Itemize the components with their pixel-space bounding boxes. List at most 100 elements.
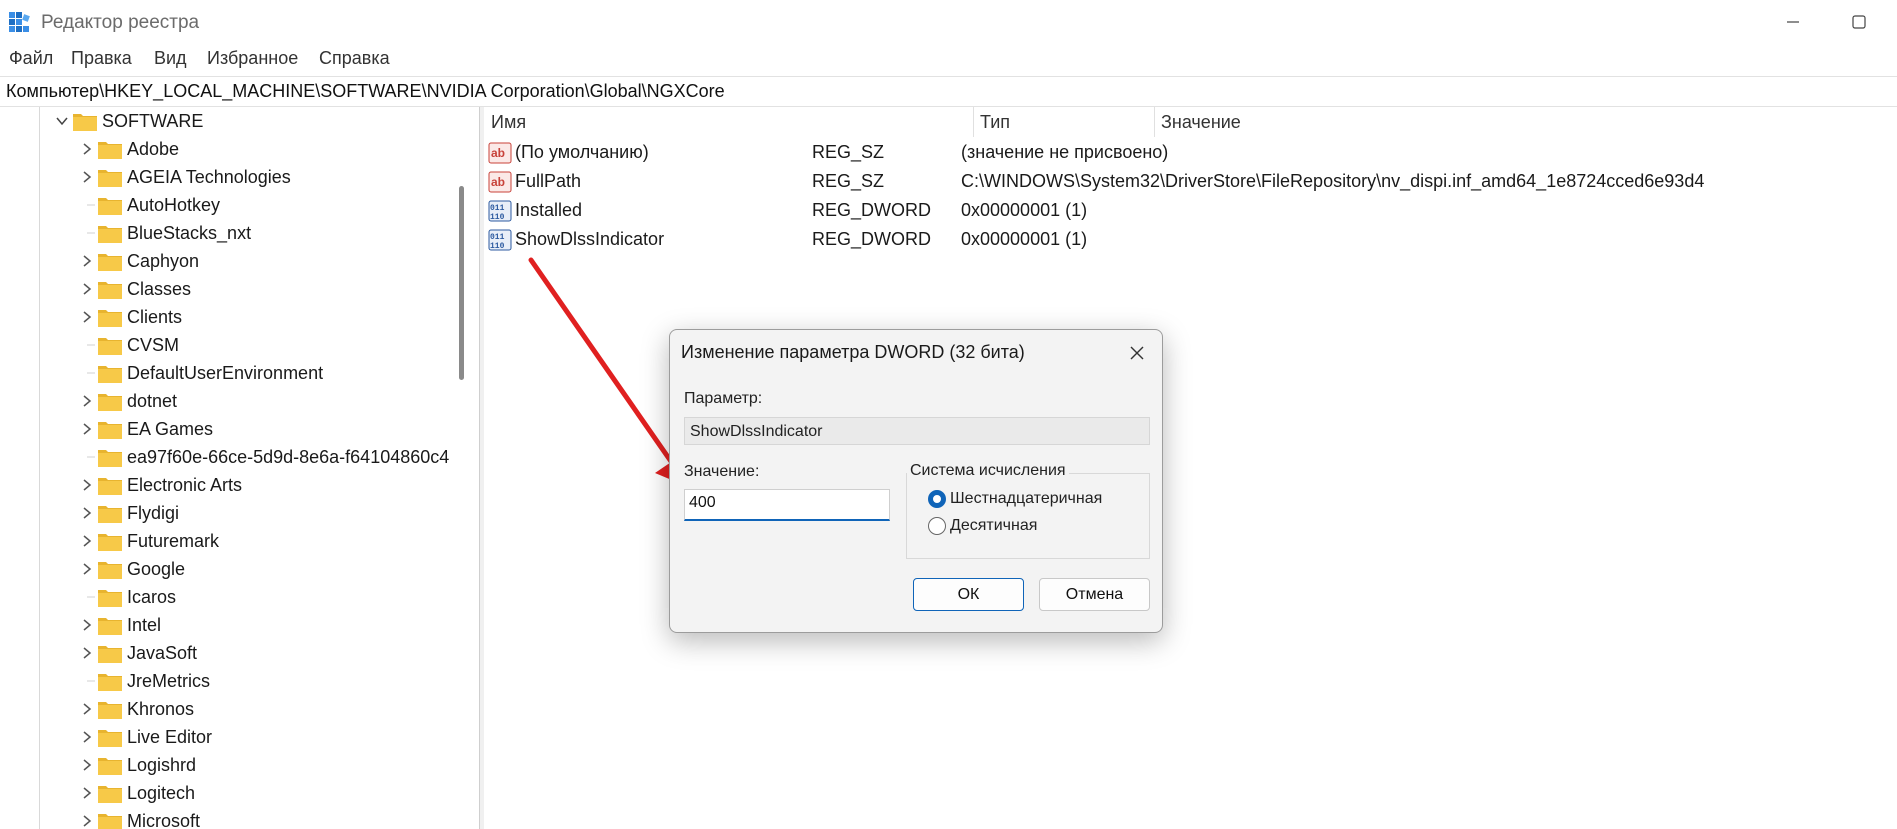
value-row[interactable]: 011 110 ShowDlssIndicator REG_DWORD 0x000000…: [485, 225, 1897, 254]
chevron-right-icon[interactable]: [77, 387, 97, 415]
folder-icon: [98, 618, 122, 635]
menu-favorites[interactable]: Избранное: [207, 48, 298, 69]
column-header-name[interactable]: Имя: [485, 107, 973, 137]
radio-decimal-label: Десятичная: [950, 517, 1038, 534]
tree-connector: [77, 443, 97, 471]
radio-hexadecimal[interactable]: Шестнадцатеричная: [928, 490, 1102, 508]
tree-item[interactable]: dotnet: [77, 387, 177, 415]
column-header-type[interactable]: Тип: [974, 107, 1154, 137]
chevron-down-icon[interactable]: [52, 107, 72, 135]
tree-item[interactable]: Microsoft: [77, 807, 200, 829]
chevron-right-icon[interactable]: [77, 555, 97, 583]
column-header-data[interactable]: Значение: [1155, 107, 1897, 137]
tree-item[interactable]: Icaros: [77, 583, 176, 611]
value-name: (По умолчанию): [515, 142, 649, 162]
chevron-right-icon[interactable]: [77, 415, 97, 443]
tree-item[interactable]: Electronic Arts: [77, 471, 242, 499]
binary-value-icon: 011110: [488, 229, 512, 251]
chevron-right-icon[interactable]: [77, 471, 97, 499]
value-name-cell: 011 110 Installed: [488, 196, 582, 225]
tree-item-label: ea97f60e-66ce-5d9d-8e6a-f64104860c4: [127, 446, 450, 467]
maximize-button[interactable]: [1830, 0, 1888, 44]
radio-decimal[interactable]: Десятичная: [928, 517, 1037, 535]
dialog-title: Изменение параметра DWORD (32 бита): [681, 342, 1025, 362]
tree-item[interactable]: Google: [77, 555, 185, 583]
cancel-button[interactable]: Отмена: [1039, 578, 1150, 611]
folder-icon: [98, 506, 122, 523]
tree-item-label: JavaSoft: [127, 642, 198, 663]
tree-item-label: Clients: [127, 306, 183, 327]
tree-item[interactable]: CVSM: [77, 331, 179, 359]
dialog-close-button[interactable]: [1122, 338, 1152, 368]
tree-item[interactable]: Clients: [77, 303, 182, 331]
ok-button[interactable]: ОК: [913, 578, 1024, 611]
column-header-data-label: Значение: [1161, 111, 1241, 132]
menu-file[interactable]: Файл: [9, 48, 53, 69]
minimize-button[interactable]: [1764, 0, 1822, 44]
tree-item[interactable]: Flydigi: [77, 499, 179, 527]
binary-value-icon: 011110: [488, 200, 512, 222]
tree-item[interactable]: Logishrd: [77, 751, 196, 779]
folder-icon: [98, 142, 122, 159]
chevron-right-icon[interactable]: [77, 695, 97, 723]
value-row[interactable]: 011 110 Installed REG_DWORD 0x00000001 (1): [485, 196, 1897, 225]
tree-item[interactable]: AGEIA Technologies: [77, 163, 291, 191]
menu-view[interactable]: Вид: [154, 48, 187, 69]
chevron-right-icon[interactable]: [77, 527, 97, 555]
pane-splitter[interactable]: [479, 107, 484, 829]
tree-item-label: EA Games: [127, 418, 214, 439]
tree-item[interactable]: DefaultUserEnvironment: [77, 359, 323, 387]
tree-item[interactable]: Live Editor: [77, 723, 212, 751]
minimize-icon: [1787, 21, 1799, 23]
tree-item[interactable]: Intel: [77, 611, 161, 639]
tree-item[interactable]: ea97f60e-66ce-5d9d-8e6a-f64104860c4: [77, 443, 449, 471]
chevron-right-icon[interactable]: [77, 807, 97, 829]
tree-item-label: JreMetrics: [127, 670, 211, 691]
tree-item-label: Adobe: [127, 138, 180, 159]
value-name: FullPath: [515, 171, 582, 191]
value-row[interactable]: ab (По умолчанию) REG_SZ (значение не присв…: [485, 138, 1897, 167]
chevron-right-icon[interactable]: [77, 135, 97, 163]
value-type-cell: REG_DWORD: [812, 229, 932, 249]
chevron-right-icon[interactable]: [77, 751, 97, 779]
folder-icon: [98, 646, 122, 663]
maximize-icon: [1852, 15, 1866, 29]
value-input[interactable]: 400: [684, 489, 890, 521]
chevron-right-icon[interactable]: [77, 247, 97, 275]
tree-item-software[interactable]: SOFTWARE: [52, 107, 203, 135]
chevron-right-icon[interactable]: [77, 639, 97, 667]
tree-connector: [77, 219, 97, 247]
tree-item[interactable]: BlueStacks_nxt: [77, 219, 251, 247]
tree-item-label: Intel: [127, 614, 162, 635]
tree-item[interactable]: JreMetrics: [77, 667, 210, 695]
tree-item[interactable]: Caphyon: [77, 247, 199, 275]
folder-icon: [98, 758, 122, 775]
address-path[interactable]: Компьютер\HKEY_LOCAL_MACHINE\SOFTWARE\NV…: [6, 81, 725, 102]
folder-icon: [98, 674, 122, 691]
address-bar[interactable]: Компьютер\HKEY_LOCAL_MACHINE\SOFTWARE\NV…: [0, 76, 1897, 107]
tree-item[interactable]: Adobe: [77, 135, 179, 163]
chevron-right-icon[interactable]: [77, 163, 97, 191]
menu-help[interactable]: Справка: [319, 48, 390, 69]
tree-item[interactable]: Khronos: [77, 695, 194, 723]
tree-item[interactable]: EA Games: [77, 415, 213, 443]
chevron-right-icon[interactable]: [77, 499, 97, 527]
tree-item[interactable]: Logitech: [77, 779, 195, 807]
tree-scrollbar-thumb[interactable]: [459, 186, 464, 380]
chevron-right-icon[interactable]: [77, 611, 97, 639]
tree-item[interactable]: JavaSoft: [77, 639, 197, 667]
tree-item[interactable]: Futuremark: [77, 527, 219, 555]
folder-icon: [98, 590, 122, 607]
tree-item[interactable]: Classes: [77, 275, 191, 303]
menu-edit[interactable]: Правка: [71, 48, 132, 69]
folder-icon: [98, 702, 122, 719]
chevron-right-icon[interactable]: [77, 303, 97, 331]
value-row[interactable]: ab FullPath REG_SZ C:\WINDOWS\System32\Driv…: [485, 167, 1897, 196]
tree-item-label: Flydigi: [127, 502, 180, 523]
chevron-right-icon[interactable]: [77, 779, 97, 807]
folder-icon: [98, 534, 122, 551]
tree-item[interactable]: AutoHotkey: [77, 191, 220, 219]
chevron-right-icon[interactable]: [77, 723, 97, 751]
chevron-right-icon[interactable]: [77, 275, 97, 303]
menu-bar: Файл Правка Вид Избранное Справка: [0, 46, 1897, 74]
